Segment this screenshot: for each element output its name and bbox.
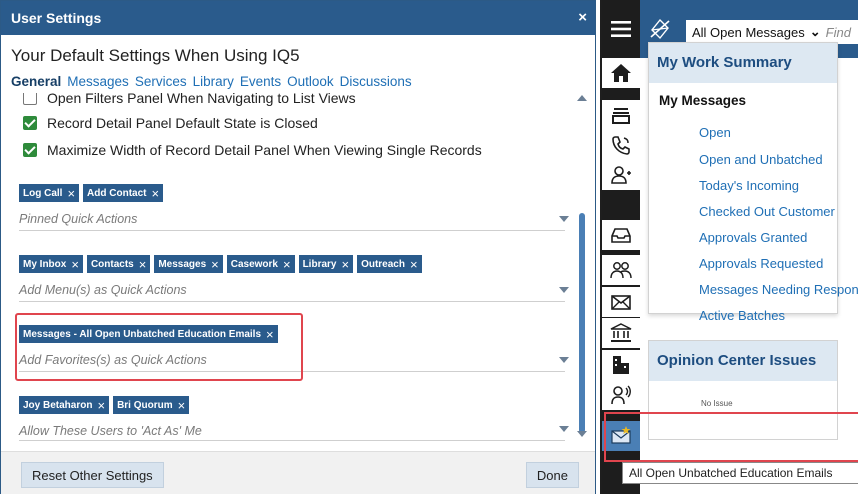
checkbox-label: Open Filters Panel When Navigating to Li… bbox=[47, 93, 356, 106]
find-input-placeholder[interactable]: Find bbox=[826, 25, 851, 40]
checkbox-label: Maximize Width of Record Detail Panel Wh… bbox=[47, 142, 482, 158]
chip-remove-icon[interactable]: × bbox=[71, 257, 79, 272]
scrollbar-thumb[interactable] bbox=[579, 213, 585, 433]
tab-general[interactable]: General bbox=[11, 74, 61, 89]
home-icon[interactable] bbox=[602, 58, 640, 88]
link-approvals-requested[interactable]: Approvals Requested bbox=[699, 256, 823, 271]
link-open[interactable]: Open bbox=[699, 125, 731, 140]
chip: My Inbox × bbox=[19, 255, 83, 273]
chip-remove-icon[interactable]: × bbox=[341, 257, 349, 272]
app-window: All Open Messages ⌄ Find My Work Summary… bbox=[600, 0, 858, 494]
dropdown-caret-icon[interactable] bbox=[559, 216, 569, 222]
building-icon[interactable] bbox=[602, 350, 640, 380]
work-summary-panel: My Work Summary My Messages Open Open an… bbox=[648, 42, 858, 323]
checkbox[interactable] bbox=[23, 93, 37, 105]
stack-icon[interactable] bbox=[602, 100, 640, 130]
field-placeholder: Allow These Users to 'Act As' Me bbox=[19, 424, 202, 438]
menu-quick-actions-field[interactable]: My Inbox × Contacts × Messages × Casework × … bbox=[19, 255, 573, 302]
menu-icon[interactable] bbox=[602, 14, 640, 44]
pinned-quick-actions-field[interactable]: Log Call × Add Contact × Pinned Quick Acti… bbox=[19, 184, 573, 231]
mail-icon[interactable] bbox=[602, 287, 640, 317]
tab-library[interactable]: Library bbox=[193, 74, 234, 89]
annotation-highlight-box bbox=[604, 412, 858, 462]
field-placeholder: Pinned Quick Actions bbox=[19, 212, 138, 226]
checkbox-row-filters-panel[interactable]: Open Filters Panel When Navigating to Li… bbox=[23, 93, 356, 106]
dialog-titlebar: User Settings × bbox=[1, 1, 595, 35]
user-settings-dialog: User Settings × Your Default Settings Wh… bbox=[0, 0, 596, 494]
field-underline bbox=[19, 440, 565, 441]
tab-outlook[interactable]: Outlook bbox=[287, 74, 334, 89]
chip: Outreach × bbox=[357, 255, 422, 273]
chip: Contacts × bbox=[86, 255, 151, 273]
opinion-center-title: Opinion Center Issues bbox=[649, 341, 837, 381]
chip-remove-icon[interactable]: × bbox=[67, 186, 75, 201]
chip-remove-icon[interactable]: × bbox=[283, 257, 291, 272]
act-as-users-field[interactable]: Joy Betaharon × Bri Quorum × Allow These U… bbox=[19, 396, 573, 441]
link-active-batches[interactable]: Active Batches bbox=[699, 308, 785, 323]
chip-remove-icon[interactable]: × bbox=[211, 257, 219, 272]
settings-tabs: General Messages Services Library Events… bbox=[11, 74, 412, 89]
opinion-row-label: No Issue bbox=[701, 399, 733, 408]
dialog-title: User Settings bbox=[11, 10, 102, 26]
speaking-person-icon[interactable] bbox=[602, 380, 640, 410]
work-summary-title: My Work Summary bbox=[649, 43, 837, 83]
institution-icon[interactable] bbox=[602, 318, 640, 348]
checkbox-row-detail-panel-closed[interactable]: Record Detail Panel Default State is Clo… bbox=[23, 115, 318, 131]
inbox-icon[interactable] bbox=[602, 220, 640, 250]
message-view-selector[interactable]: All Open Messages ⌄ Find bbox=[686, 20, 858, 44]
people-icon[interactable] bbox=[602, 255, 640, 285]
field-underline bbox=[19, 230, 565, 231]
chip: Joy Betaharon × bbox=[19, 396, 110, 414]
tab-events[interactable]: Events bbox=[240, 74, 281, 89]
tab-services[interactable]: Services bbox=[135, 74, 187, 89]
settings-heading: Your Default Settings When Using IQ5 bbox=[11, 46, 300, 65]
field-underline bbox=[19, 301, 565, 302]
chip: Add Contact × bbox=[83, 184, 164, 202]
chip: Bri Quorum × bbox=[113, 396, 190, 414]
checkbox-checked[interactable] bbox=[23, 116, 37, 130]
chip: Casework × bbox=[226, 255, 295, 273]
tab-discussions[interactable]: Discussions bbox=[340, 74, 412, 89]
add-user-icon[interactable] bbox=[602, 160, 640, 190]
chevron-down-icon[interactable]: ⌄ bbox=[810, 24, 821, 40]
chip: Messages × bbox=[154, 255, 223, 273]
dropdown-caret-icon[interactable] bbox=[559, 287, 569, 293]
dropdown-caret-icon[interactable] bbox=[559, 357, 569, 363]
link-open-unbatched[interactable]: Open and Unbatched bbox=[699, 152, 823, 167]
field-placeholder: Add Menu(s) as Quick Actions bbox=[19, 283, 187, 297]
chip: Library × bbox=[298, 255, 354, 273]
link-todays-incoming[interactable]: Today's Incoming bbox=[699, 178, 799, 193]
chip-remove-icon[interactable]: × bbox=[152, 186, 160, 201]
chip-remove-icon[interactable]: × bbox=[410, 257, 418, 272]
selector-label: All Open Messages bbox=[692, 24, 805, 40]
phone-icon[interactable] bbox=[602, 130, 640, 160]
scrollbar[interactable] bbox=[577, 93, 587, 443]
chip-remove-icon[interactable]: × bbox=[139, 257, 147, 272]
checkbox-checked[interactable] bbox=[23, 143, 37, 157]
dropdown-caret-icon[interactable] bbox=[559, 426, 569, 432]
my-messages-heading: My Messages bbox=[659, 93, 747, 108]
link-checked-out[interactable]: Checked Out Customer bbox=[699, 204, 835, 219]
settings-scroll-area: Open Filters Panel When Navigating to Li… bbox=[11, 93, 577, 443]
annotation-highlight-box bbox=[15, 313, 303, 381]
favorite-tooltip: All Open Unbatched Education Emails bbox=[622, 462, 858, 484]
reset-settings-button[interactable]: Reset Other Settings bbox=[21, 462, 164, 488]
chip-remove-icon[interactable]: × bbox=[178, 398, 186, 413]
tab-messages[interactable]: Messages bbox=[67, 74, 129, 89]
done-button[interactable]: Done bbox=[525, 462, 579, 488]
checkbox-label: Record Detail Panel Default State is Clo… bbox=[47, 115, 318, 131]
link-messages-needing[interactable]: Messages Needing Response bbox=[699, 282, 858, 297]
chip-remove-icon[interactable]: × bbox=[97, 398, 105, 413]
close-icon[interactable]: × bbox=[578, 9, 587, 26]
dialog-footer: Reset Other Settings Done bbox=[1, 451, 595, 494]
scroll-down-icon[interactable] bbox=[577, 431, 587, 437]
checkbox-row-maximize-width[interactable]: Maximize Width of Record Detail Panel Wh… bbox=[23, 142, 482, 158]
chip: Log Call × bbox=[19, 184, 80, 202]
scroll-up-icon[interactable] bbox=[577, 95, 587, 101]
link-approvals-granted[interactable]: Approvals Granted bbox=[699, 230, 807, 245]
